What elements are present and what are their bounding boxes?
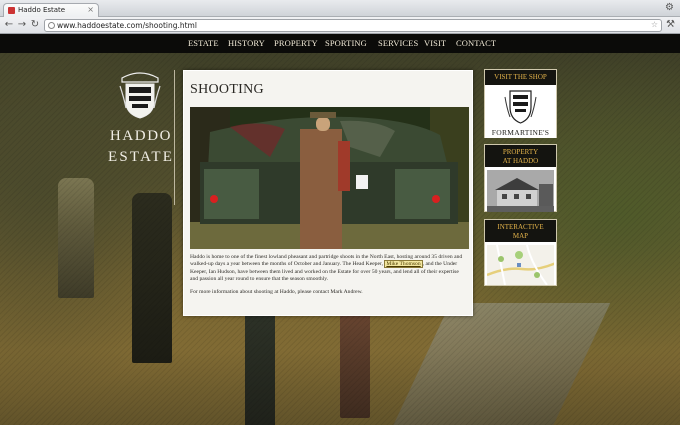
- sidebar-shop[interactable]: VISIT THE SHOP FORMARTINE'S: [484, 69, 557, 138]
- nav-sporting[interactable]: SPORTING: [325, 38, 367, 48]
- favicon-icon: [8, 7, 15, 14]
- forward-icon[interactable]: →: [16, 19, 28, 31]
- content-panel: SHOOTING Haddo is home to one of the fin…: [183, 70, 473, 316]
- page-info-icon[interactable]: [48, 22, 55, 29]
- logo-text-line2: ESTATE: [108, 149, 175, 165]
- nav-estate[interactable]: ESTATE: [188, 38, 219, 48]
- crest-icon: [119, 72, 161, 119]
- shop-crest-icon: [504, 90, 537, 124]
- page-title: SHOOTING: [190, 82, 264, 97]
- property-heading-line2: AT HADDO: [502, 156, 539, 165]
- property-heading-line1: PROPERTY: [502, 148, 539, 156]
- bookmark-star-icon[interactable]: ☆: [651, 20, 658, 29]
- window-control-icon[interactable]: ⚙: [665, 2, 674, 13]
- shop-heading: VISIT THE SHOP: [485, 70, 556, 85]
- nav-services[interactable]: SERVICES: [378, 38, 418, 48]
- logo-text-line1: HADDO: [109, 128, 173, 144]
- site-nav: ESTATE HISTORY PROPERTY SPORTING SERVICE…: [0, 34, 680, 53]
- nav-history[interactable]: HISTORY: [228, 38, 265, 48]
- back-icon[interactable]: ←: [3, 19, 15, 31]
- background-figure: [132, 193, 172, 363]
- hero-photo: [190, 107, 469, 249]
- map-heading-line2: MAP: [512, 231, 529, 240]
- shooting-vehicle-image: [190, 107, 469, 249]
- background-figure: [340, 308, 370, 418]
- house-image: [487, 170, 554, 212]
- sidebar-property[interactable]: PROPERTY AT HADDO: [484, 144, 557, 212]
- sidebar-map[interactable]: INTERACTIVE MAP: [484, 219, 557, 286]
- close-icon[interactable]: ×: [87, 5, 94, 14]
- map-image: [487, 245, 554, 285]
- intro-paragraph: Haddo is home to one of the finest lowla…: [190, 254, 468, 284]
- shop-label: FORMARTINE'S: [491, 128, 550, 137]
- nav-visit[interactable]: VISIT: [424, 38, 446, 48]
- divider: [174, 70, 175, 205]
- address-bar[interactable]: www.haddoestate.com/shooting.html ☆: [44, 19, 662, 32]
- property-heading: PROPERTY AT HADDO: [485, 145, 556, 167]
- nav-property[interactable]: PROPERTY: [274, 38, 318, 48]
- map-heading: INTERACTIVE MAP: [485, 220, 556, 242]
- browser-toolbar: ← → ↻ www.haddoestate.com/shooting.html …: [0, 17, 680, 34]
- map-thumbnail: [487, 245, 554, 285]
- contact-paragraph: For more information about shooting at H…: [190, 288, 363, 295]
- background-figure: [245, 308, 275, 425]
- shop-logo: FORMARTINE'S: [485, 85, 556, 138]
- background-track: [389, 303, 611, 425]
- background-figure: [58, 178, 94, 298]
- content-text: Haddo is home to one of the finest lowla…: [190, 254, 468, 301]
- map-heading-line1: INTERACTIVE: [497, 223, 544, 231]
- browser-tab-strip: Haddo Estate × ⚙: [0, 0, 680, 17]
- property-photo: [487, 170, 554, 212]
- nav-contact[interactable]: CONTACT: [456, 38, 496, 48]
- wrench-menu-icon[interactable]: ⚒: [666, 19, 675, 30]
- reload-icon[interactable]: ↻: [29, 19, 41, 31]
- url-text: www.haddoestate.com/shooting.html: [57, 21, 197, 30]
- tab-title: Haddo Estate: [18, 6, 66, 14]
- browser-tab[interactable]: Haddo Estate ×: [3, 3, 99, 17]
- keeper-link[interactable]: Mike Thomson: [384, 260, 423, 269]
